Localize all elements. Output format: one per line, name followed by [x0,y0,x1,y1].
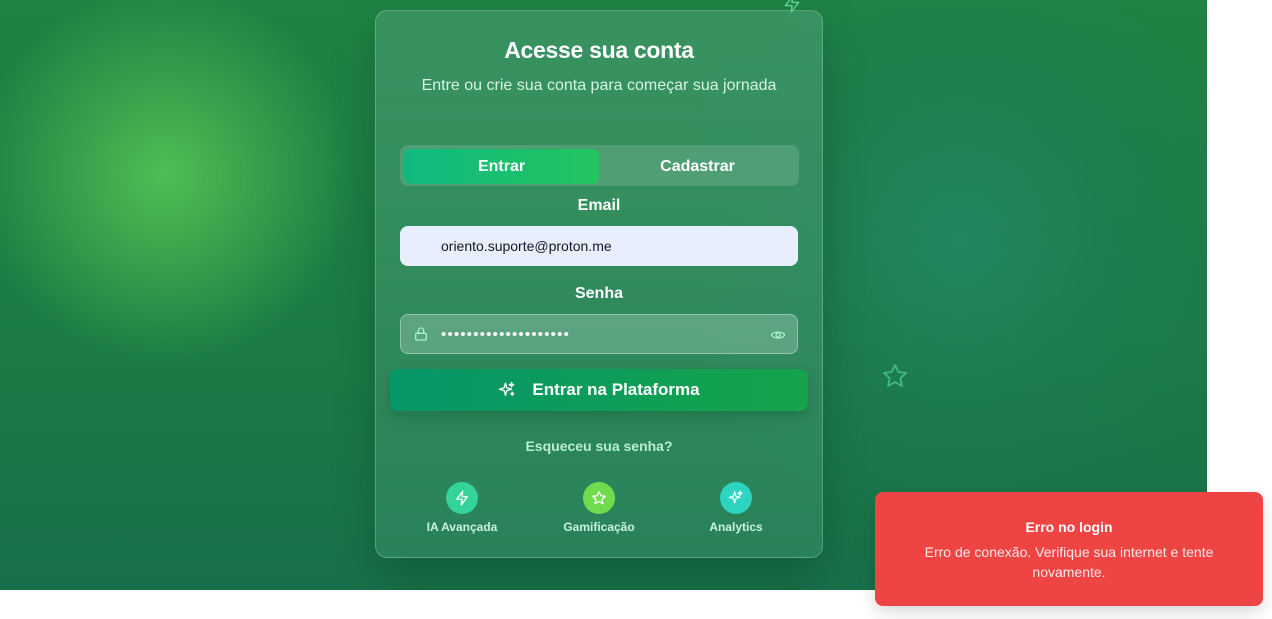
tab-entrar[interactable]: Entrar [404,149,599,184]
feature-ia-badge [446,482,478,514]
feature-label: IA Avançada [426,520,498,534]
login-card: Acesse sua conta Entre ou crie sua conta… [375,10,823,558]
star-icon [882,363,908,387]
feature-analytics-badge [720,482,752,514]
password-value: •••••••••••••••••••• [441,325,571,343]
sparkles-icon [499,381,515,396]
email-label: Email [577,197,621,214]
email-field[interactable]: oriento.suporte@proton.me [400,226,798,266]
error-toast[interactable]: Erro no login Erro de conexão. Verifique… [875,492,1263,606]
submit-label: Entrar na Plataforma [532,380,700,399]
lightning-icon [456,490,468,506]
feature-gamificacao-badge [583,482,615,514]
feature-analytics: Analytics [676,482,796,534]
eye-icon[interactable] [770,327,786,343]
submit-button[interactable]: Entrar na Plataforma [390,369,808,411]
sparkles-icon [728,490,743,504]
password-label: Senha [574,285,623,302]
toast-message: Erro de conexão. Verifique sua internet … [924,544,1214,580]
email-value: oriento.suporte@proton.me [441,238,612,254]
lock-icon [415,327,427,341]
star-icon [592,491,606,505]
tab-cadastrar[interactable]: Cadastrar [600,149,795,184]
feature-gamificacao: Gamificação [539,482,659,534]
password-field[interactable]: •••••••••••••••••••• [400,314,798,354]
forgot-password-link[interactable]: Esqueceu sua senha? [376,438,822,454]
feature-label: Gamificação [563,520,635,534]
auth-tabs: Entrar Cadastrar [400,145,799,186]
page-title: Acesse sua conta [504,37,694,63]
feature-label: Analytics [709,520,763,534]
feature-ia: IA Avançada [402,482,522,534]
page-subtitle: Entre ou crie sua conta para começar sua… [421,77,777,94]
toast-title: Erro no login [1025,519,1113,535]
